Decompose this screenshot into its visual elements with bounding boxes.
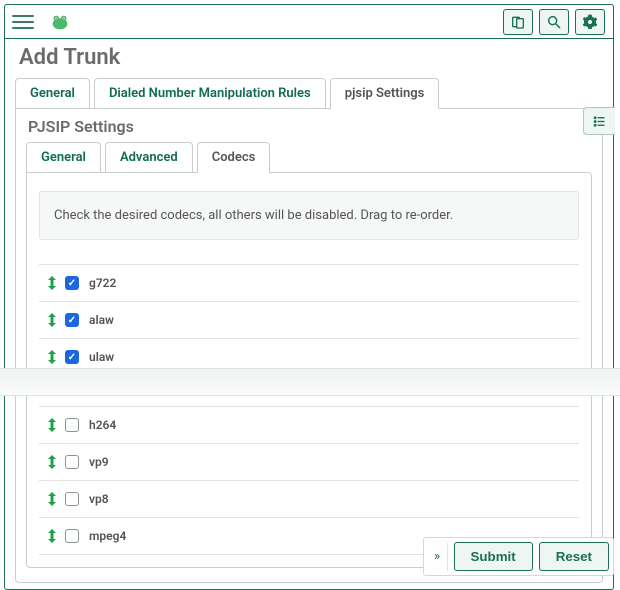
- codec-label: ulaw: [89, 350, 114, 364]
- codec-row[interactable]: g722: [39, 265, 579, 302]
- gear-icon[interactable]: [575, 9, 605, 35]
- codec-row[interactable]: alaw: [39, 302, 579, 339]
- codec-checkbox[interactable]: [65, 350, 79, 364]
- codec-checkbox[interactable]: [65, 455, 79, 469]
- search-icon[interactable]: [539, 9, 569, 35]
- codec-row[interactable]: h264: [39, 407, 579, 444]
- footer-bar: » Submit Reset: [423, 537, 614, 576]
- codec-checkbox[interactable]: [65, 418, 79, 432]
- list-toggle-icon[interactable]: [583, 107, 615, 135]
- codec-label: h264: [89, 418, 116, 432]
- chevron-right-icon[interactable]: »: [428, 543, 448, 571]
- drag-handle-icon[interactable]: [47, 276, 57, 290]
- codec-checkbox[interactable]: [65, 529, 79, 543]
- top-tab-dialed-number-manipulation-rules[interactable]: Dialed Number Manipulation Rules: [94, 78, 326, 108]
- inner-tab-codecs[interactable]: Codecs: [197, 142, 271, 173]
- menu-icon[interactable]: [9, 10, 37, 34]
- inner-tab-general[interactable]: General: [26, 142, 101, 172]
- codec-row[interactable]: vp8: [39, 481, 579, 518]
- codec-label: g722: [89, 276, 116, 290]
- drag-handle-icon[interactable]: [47, 529, 57, 543]
- codec-label: vp8: [89, 492, 109, 506]
- gap-bar: [0, 368, 620, 396]
- codec-label: alaw: [89, 313, 114, 327]
- codec-list: g722 alaw ulaw: [39, 264, 579, 376]
- codec-checkbox[interactable]: [65, 492, 79, 506]
- page-title: Add Trunk: [19, 45, 603, 70]
- codec-label: mpeg4: [89, 529, 126, 543]
- panel-title: PJSIP Settings: [28, 117, 592, 136]
- top-tab-pjsip-settings[interactable]: pjsip Settings: [330, 78, 440, 109]
- inner-tab-advanced[interactable]: Advanced: [105, 142, 193, 172]
- codec-list: h264 vp9 vp8 mpeg4: [39, 406, 579, 555]
- language-icon[interactable]: [503, 9, 533, 35]
- codec-checkbox[interactable]: [65, 276, 79, 290]
- top-tab-general[interactable]: General: [15, 78, 90, 108]
- top-bar: [5, 5, 613, 39]
- reset-button[interactable]: Reset: [539, 542, 609, 571]
- top-tabs: GeneralDialed Number Manipulation Rulesp…: [15, 78, 603, 108]
- drag-handle-icon[interactable]: [47, 455, 57, 469]
- codec-checkbox[interactable]: [65, 313, 79, 327]
- drag-handle-icon[interactable]: [47, 313, 57, 327]
- info-text: Check the desired codecs, all others wil…: [39, 191, 579, 240]
- drag-handle-icon[interactable]: [47, 418, 57, 432]
- inner-tabs: GeneralAdvancedCodecs: [26, 142, 592, 172]
- frog-logo[interactable]: [49, 11, 71, 33]
- submit-button[interactable]: Submit: [454, 542, 533, 571]
- codec-label: vp9: [89, 455, 109, 469]
- codec-row[interactable]: vp9: [39, 444, 579, 481]
- drag-handle-icon[interactable]: [47, 350, 57, 364]
- drag-handle-icon[interactable]: [47, 492, 57, 506]
